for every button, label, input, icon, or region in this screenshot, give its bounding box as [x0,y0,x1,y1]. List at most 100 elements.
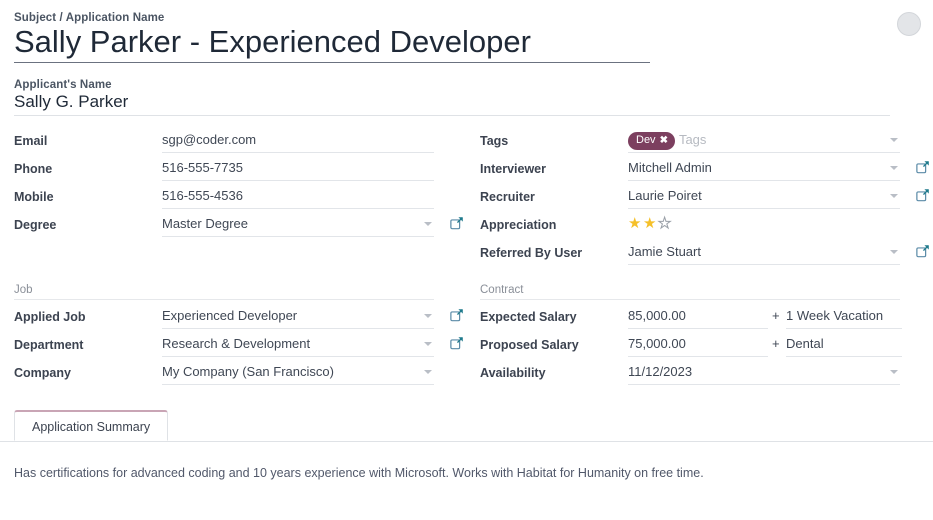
department-open-link[interactable] [434,334,464,350]
applied-job-label: Applied Job [14,306,162,327]
department-dropdown[interactable]: Research & Development [162,334,434,357]
chevron-down-icon[interactable] [890,138,898,142]
phone-input[interactable]: 516-555-7735 [162,158,434,181]
external-link-icon [450,336,464,350]
applied-job-dropdown[interactable]: Experienced Developer [162,306,434,329]
applicant-name-block: Applicant's Name Sally G. Parker [0,63,933,116]
phone-label: Phone [14,158,162,179]
chevron-down-icon[interactable] [424,370,432,374]
mobile-label: Mobile [14,186,162,207]
interviewer-open-link[interactable] [900,158,930,174]
bottom-columns: Job Applied Job Experienced Developer [0,270,933,390]
degree-value: Master Degree [162,214,248,234]
field-row-referred-by: Referred By User Jamie Stuart [480,242,932,270]
tab-application-summary[interactable]: Application Summary [14,410,168,441]
recruiter-value: Laurie Poiret [628,186,702,206]
application-summary-text: Has certifications for advanced coding a… [14,464,919,483]
tag-chip-label: Dev [636,134,656,146]
expected-salary-label: Expected Salary [480,306,628,327]
interviewer-label: Interviewer [480,158,628,179]
degree-label: Degree [14,214,162,235]
contact-column: Email sgp@coder.com Phone 516-555-7735 [14,130,466,270]
expected-salary-extra-value: 1 Week Vacation [786,306,883,326]
tag-chip-dev[interactable]: Dev ✖ [628,132,675,150]
chevron-down-icon[interactable] [890,166,898,170]
external-link-icon [916,244,930,258]
details-column: Tags Dev ✖ Tags Interviewer Mitchell Admin [480,130,932,270]
job-column: Job Applied Job Experienced Developer [14,270,466,390]
applicant-name-field[interactable]: Sally G. Parker [14,92,890,116]
referred-by-value: Jamie Stuart [628,242,701,262]
availability-date-input[interactable]: 11/12/2023 [628,362,900,385]
field-row-email: Email sgp@coder.com [14,130,466,158]
star-filled-icon[interactable]: ★ [628,215,643,232]
star-rating[interactable]: ★★★ [628,215,673,232]
expected-salary-extra-input[interactable]: 1 Week Vacation [786,306,902,329]
page-title: Sally Parker - Experienced Developer [14,25,650,60]
proposed-salary-extra-input[interactable]: Dental [786,334,902,357]
field-row-appreciation: Appreciation ★★★ [480,214,932,242]
tag-remove-icon[interactable]: ✖ [660,135,668,146]
recruiter-label: Recruiter [480,186,628,207]
expected-salary-plus: + [768,306,786,326]
applicant-name-label: Applicant's Name [14,79,919,91]
referred-by-dropdown[interactable]: Jamie Stuart [628,242,900,265]
proposed-salary-plus: + [768,334,786,354]
avatar[interactable] [897,12,921,36]
star-filled-icon[interactable]: ★ [643,215,658,232]
external-link-icon [450,308,464,322]
company-dropdown[interactable]: My Company (San Francisco) [162,362,434,385]
appreciation-label: Appreciation [480,214,628,235]
chevron-down-icon[interactable] [424,222,432,226]
degree-dropdown[interactable]: Master Degree [162,214,434,237]
tags-placeholder: Tags [679,132,706,147]
proposed-salary-value: 75,000.00 [628,334,686,354]
chevron-down-icon[interactable] [890,370,898,374]
chevron-down-icon[interactable] [424,342,432,346]
field-row-interviewer: Interviewer Mitchell Admin [480,158,932,186]
external-link-icon [916,160,930,174]
referred-by-open-link[interactable] [900,242,930,258]
field-row-phone: Phone 516-555-7735 [14,158,466,186]
tags-label: Tags [480,130,628,151]
tab-strip: Application Summary [0,410,933,442]
subject-label: Subject / Application Name [14,12,919,24]
interviewer-dropdown[interactable]: Mitchell Admin [628,158,900,181]
company-label: Company [14,362,162,383]
degree-open-link[interactable] [434,214,464,230]
proposed-salary-input[interactable]: 75,000.00 [628,334,768,357]
field-row-availability: Availability 11/12/2023 [480,362,932,390]
field-row-expected-salary: Expected Salary 85,000.00 + 1 Week Vacat… [480,306,932,334]
phone-value: 516-555-7735 [162,158,243,178]
proposed-salary-label: Proposed Salary [480,334,628,355]
email-input[interactable]: sgp@coder.com [162,130,434,153]
chevron-down-icon[interactable] [890,250,898,254]
external-link-icon [916,188,930,202]
field-row-company: Company My Company (San Francisco) [14,362,466,390]
email-label: Email [14,130,162,151]
star-empty-icon[interactable]: ★ [658,215,673,232]
interviewer-value: Mitchell Admin [628,158,712,178]
subject-field[interactable]: Sally Parker - Experienced Developer [14,25,650,63]
field-row-tags: Tags Dev ✖ Tags [480,130,932,158]
record-header: Subject / Application Name Sally Parker … [0,0,933,63]
recruiter-dropdown[interactable]: Laurie Poiret [628,186,900,209]
job-section-title: Job [14,270,434,300]
recruiter-open-link[interactable] [900,186,930,202]
proposed-salary-extra-value: Dental [786,334,824,354]
top-columns: Email sgp@coder.com Phone 516-555-7735 [0,130,933,270]
mobile-input[interactable]: 516-555-4536 [162,186,434,209]
field-row-applied-job: Applied Job Experienced Developer [14,306,466,334]
expected-salary-input[interactable]: 85,000.00 [628,306,768,329]
chevron-down-icon[interactable] [424,314,432,318]
field-row-degree: Degree Master Degree [14,214,466,242]
applicant-name-value: Sally G. Parker [14,92,890,112]
chevron-down-icon[interactable] [890,194,898,198]
form-view: Subject / Application Name Sally Parker … [0,0,933,520]
applied-job-open-link[interactable] [434,306,464,322]
field-row-proposed-salary: Proposed Salary 75,000.00 + Dental [480,334,932,362]
applied-job-value: Experienced Developer [162,306,297,326]
tags-input[interactable]: Dev ✖ Tags [628,130,900,153]
appreciation-rating[interactable]: ★★★ [628,214,900,236]
company-value: My Company (San Francisco) [162,362,334,382]
